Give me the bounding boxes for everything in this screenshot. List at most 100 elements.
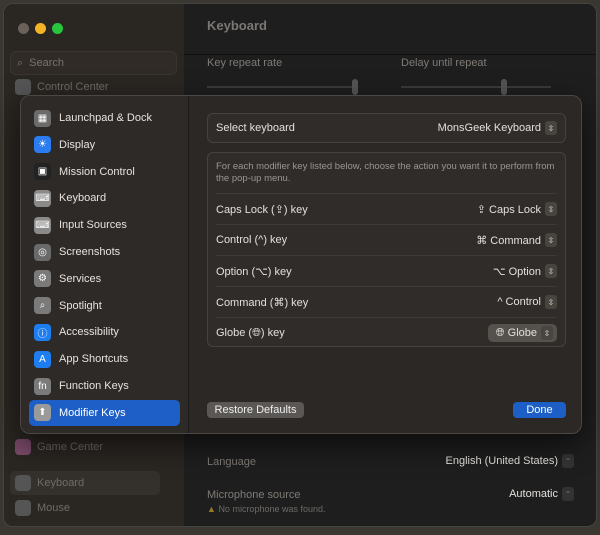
sidebar-item-label: Function Keys — [59, 380, 129, 392]
sidebar-item-label: Screenshots — [59, 246, 121, 258]
display-icon: ☀ — [34, 136, 51, 154]
sidebar-item-label: Keyboard — [37, 477, 85, 489]
mission-control-icon: ▣ — [34, 163, 51, 181]
search-icon: ⌕ — [17, 56, 24, 69]
minimize-button[interactable] — [35, 23, 46, 34]
sidebar-item-mouse[interactable]: Mouse — [10, 496, 160, 520]
sheet-sidebar-item-function-keys[interactable]: fn Function Keys — [29, 373, 180, 399]
sheet-sidebar-item-spotlight[interactable]: ⌕ Spotlight — [29, 293, 180, 319]
function-keys-icon: fn — [34, 377, 51, 395]
screenshots-icon: ◎ — [34, 243, 51, 261]
sheet-sidebar-item-keyboard[interactable]: ⌨ Keyboard — [29, 185, 180, 211]
delay-until-repeat-slider[interactable] — [401, 79, 551, 95]
input-sources-icon: ⌨ — [34, 216, 51, 234]
sidebar-item-keyboard[interactable]: Keyboard — [10, 471, 160, 495]
sidebar-item-label: Mission Control — [59, 165, 135, 178]
sidebar-item-label: Spotlight — [59, 299, 102, 312]
mouse-icon — [15, 500, 31, 516]
modifier-key-label: Control (^) key — [216, 234, 288, 246]
sheet-sidebar: ▦ Launchpad & Dock ☀ Display ▣ Mission Contro… — [21, 96, 189, 433]
sheet-sidebar-item-screenshots[interactable]: ◎ Screenshots — [29, 239, 180, 265]
key-repeat-rate-slider[interactable] — [207, 79, 358, 95]
sheet-sidebar-item-services[interactable]: ⚙ Services — [29, 266, 180, 292]
keyboard-icon: ⌨ — [34, 189, 51, 207]
sheet-sidebar-item-display[interactable]: ☀ Display — [29, 132, 180, 158]
sidebar-item-label: Game Center — [37, 441, 104, 453]
sidebar-item-label: Control Center — [37, 81, 109, 93]
modifier-key-label: Caps Lock (⇪) key — [216, 203, 308, 216]
stepper-icon: ⇳ — [545, 264, 557, 278]
sheet-sidebar-item-accessibility[interactable]: ⓘ Accessibility — [29, 319, 180, 345]
stepper-icon: ⇳ — [545, 233, 557, 247]
modifier-action-popup[interactable]: ^ Control ⇳ — [497, 295, 557, 309]
select-keyboard-row: Select keyboard MonsGeek Keyboard ⇳ — [207, 113, 566, 143]
restore-defaults-button[interactable]: Restore Defaults — [207, 402, 304, 418]
stepper-icon: ⇳ — [545, 121, 557, 135]
stepper-icon: ⇳ — [545, 202, 557, 216]
modifier-key-label: Globe (🌐︎) key — [216, 326, 285, 339]
language-value: English (United States) — [445, 455, 559, 467]
modifier-action-popup[interactable]: ⌥ Option ⇳ — [493, 264, 557, 278]
sidebar-item-label: Display — [59, 138, 96, 151]
done-button[interactable]: Done — [513, 402, 566, 418]
close-button[interactable] — [18, 23, 29, 34]
language-popup[interactable]: English (United States) ⌃ — [445, 454, 574, 468]
game-center-icon — [15, 439, 31, 455]
sheet-sidebar-item-launchpad-dock[interactable]: ▦ Launchpad & Dock — [29, 105, 180, 131]
sidebar-item-label: Launchpad & Dock — [59, 112, 152, 124]
select-keyboard-label: Select keyboard — [216, 122, 295, 134]
sidebar-item-label: App Shortcuts — [59, 353, 129, 366]
sidebar-item-label: Modifier Keys — [59, 406, 126, 419]
modifier-keys-box: For each modifier key listed below, choo… — [207, 152, 566, 347]
modifier-action-value: ⌘ Command — [476, 234, 541, 247]
sidebar-item-label: Accessibility — [59, 326, 119, 339]
modifier-action-value: ⇪ Caps Lock — [476, 203, 541, 216]
delay-until-repeat-label: Delay until repeat — [401, 57, 487, 69]
sheet-sidebar-item-modifier-keys[interactable]: ⬆ Modifier Keys — [29, 399, 180, 426]
key-repeat-rate-label: Key repeat rate — [207, 57, 283, 69]
modifier-action-popup[interactable]: ⇪ Caps Lock ⇳ — [477, 202, 557, 216]
modifier-action-value: ⌥ Option — [492, 265, 541, 278]
microphone-value: Automatic — [509, 488, 558, 500]
sheet-sidebar-item-input-sources[interactable]: ⌨ Input Sources — [29, 212, 180, 238]
search-input[interactable]: ⌕ Search — [10, 51, 177, 75]
stepper-icon: ⇳ — [545, 295, 557, 309]
app-shortcuts-icon: A — [34, 350, 51, 368]
modifier-row: Caps Lock (⇪) key ⇪ Caps Lock ⇳ — [216, 193, 557, 224]
launchpad-dock-icon: ▦ — [34, 109, 51, 127]
search-placeholder: Search — [29, 57, 65, 69]
sidebar-item-game-center[interactable]: Game Center — [10, 435, 160, 459]
warning-icon: ▲ — [207, 504, 216, 514]
modifier-keys-icon: ⬆ — [34, 404, 51, 422]
stepper-icon: ⇳ — [541, 326, 553, 340]
modifier-row: Control (^) key ⌘ Command ⇳ — [216, 224, 557, 255]
modifier-action-value: ^ Control — [497, 296, 541, 308]
zoom-button[interactable] — [52, 23, 63, 34]
sidebar-item-label: Services — [59, 272, 102, 285]
select-keyboard-value: MonsGeek Keyboard — [437, 122, 541, 134]
services-icon: ⚙ — [34, 270, 51, 288]
modifier-key-label: Command (⌘) key — [216, 296, 309, 309]
modifier-action-popup[interactable]: 🌐︎ Globe ⇳ — [487, 324, 557, 342]
sidebar-item-label: Mouse — [37, 502, 71, 514]
modifier-row: Globe (🌐︎) key 🌐︎ Globe ⇳ — [216, 317, 557, 348]
spotlight-icon: ⌕ — [34, 297, 51, 315]
modifier-keys-sheet: ▦ Launchpad & Dock ☀ Display ▣ Mission Contro… — [20, 95, 582, 434]
description-text: For each modifier key listed below, choo… — [216, 161, 555, 184]
select-keyboard-popup[interactable]: MonsGeek Keyboard ⇳ — [438, 121, 557, 135]
modifier-key-label: Option (⌥) key — [216, 265, 292, 278]
control-center-icon — [15, 79, 31, 95]
modifier-action-value: 🌐︎ Globe — [495, 326, 537, 339]
sheet-sidebar-item-mission-control[interactable]: ▣ Mission Control — [29, 159, 180, 185]
sidebar-item-label: Input Sources — [59, 219, 127, 232]
microphone-source-label: Microphone source — [207, 489, 301, 501]
modifier-row: Command (⌘) key ^ Control ⇳ — [216, 286, 557, 317]
sheet-sidebar-item-app-shortcuts[interactable]: A App Shortcuts — [29, 346, 180, 372]
microphone-warning: No microphone was found. — [218, 504, 326, 514]
language-label: Language — [207, 456, 256, 468]
microphone-popup[interactable]: Automatic ⌃ — [509, 487, 574, 501]
keyboard-icon — [15, 475, 31, 491]
accessibility-icon: ⓘ — [34, 323, 51, 341]
sidebar-item-label: Keyboard — [59, 192, 107, 205]
modifier-action-popup[interactable]: ⌘ Command ⇳ — [476, 233, 557, 247]
